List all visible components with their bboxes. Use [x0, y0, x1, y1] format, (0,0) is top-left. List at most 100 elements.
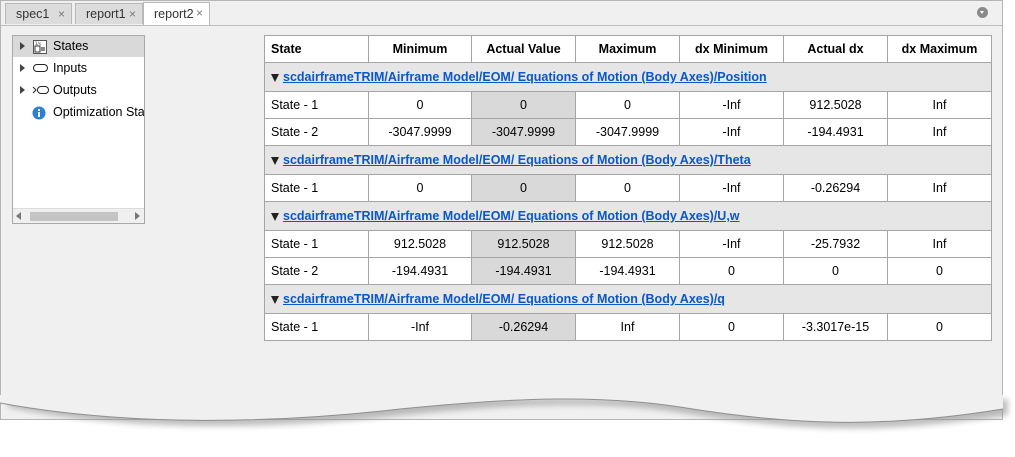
block-path-link[interactable]: scdairframeTRIM/Airframe Model/EOM/ Equa… [283, 153, 751, 167]
group-cell: scdairframeTRIM/Airframe Model/EOM/ Equa… [264, 201, 992, 231]
collapse-caret-icon[interactable] [271, 74, 279, 82]
tab-spec1[interactable]: spec1 × [5, 3, 72, 24]
close-icon[interactable]: × [129, 7, 136, 21]
column-header-minimum: Minimum [368, 35, 472, 63]
maximum-cell: Inf [575, 313, 680, 341]
actual-value-cell: 0 [471, 91, 576, 119]
maximum-cell: 912.5028 [575, 230, 680, 258]
actual-value-cell: -0.26294 [471, 313, 576, 341]
tab-label: report1 [86, 7, 126, 21]
maximum-cell: -194.4931 [575, 257, 680, 285]
column-header-dx-minimum: dx Minimum [679, 35, 784, 63]
table-row: State - 2 -3047.9999 -3047.9999 -3047.99… [264, 118, 992, 146]
dx-maximum-cell: 0 [887, 257, 992, 285]
dx-minimum-cell: -Inf [679, 118, 784, 146]
torn-edge-decoration [0, 395, 1008, 429]
svg-text:1/s: 1/s [35, 41, 41, 46]
table-header-row: State Minimum Actual Value Maximum dx Mi… [264, 35, 992, 63]
scroll-left-arrow-icon[interactable] [16, 212, 21, 220]
column-header-actual-value: Actual Value [471, 35, 576, 63]
actual-dx-cell: -25.7932 [783, 230, 888, 258]
state-name-cell: State - 1 [264, 313, 369, 341]
actual-value-cell: -194.4931 [471, 257, 576, 285]
column-header-state: State [264, 35, 369, 63]
state-name-cell: State - 1 [264, 174, 369, 202]
minimum-cell: 0 [368, 91, 472, 119]
actual-dx-cell: -0.26294 [783, 174, 888, 202]
dx-minimum-cell: -Inf [679, 174, 784, 202]
actual-dx-cell: -194.4931 [783, 118, 888, 146]
tree-item-optimization-status[interactable]: Optimization Stat [13, 102, 144, 123]
state-name-cell: State - 1 [264, 91, 369, 119]
dx-maximum-cell: Inf [887, 230, 992, 258]
actual-dx-cell: 912.5028 [783, 91, 888, 119]
table-row: State - 1 0 0 0 -Inf 912.5028 Inf [264, 91, 992, 119]
expand-arrow-icon[interactable] [20, 86, 25, 94]
block-path-link[interactable]: scdairframeTRIM/Airframe Model/EOM/ Equa… [283, 209, 740, 223]
dx-maximum-cell: 0 [887, 313, 992, 341]
tree-item-outputs[interactable]: Outputs [13, 80, 144, 101]
tree-item-label: Inputs [53, 61, 88, 75]
maximum-cell: -3047.9999 [575, 118, 680, 146]
collapse-caret-icon[interactable] [271, 157, 279, 165]
outport-icon [32, 84, 50, 99]
expand-arrow-icon[interactable] [20, 42, 25, 50]
group-cell: scdairframeTRIM/Airframe Model/EOM/ Equa… [264, 62, 992, 92]
inport-icon [32, 62, 50, 77]
group-row: scdairframeTRIM/Airframe Model/EOM/ Equa… [264, 284, 992, 314]
minimum-cell: 912.5028 [368, 230, 472, 258]
tree-item-states[interactable]: 1/s States [13, 36, 144, 57]
scroll-right-arrow-icon[interactable] [135, 212, 140, 220]
group-row: scdairframeTRIM/Airframe Model/EOM/ Equa… [264, 145, 992, 175]
tree-item-label: Optimization Stat [53, 105, 145, 119]
collapse-caret-icon[interactable] [271, 296, 279, 304]
dx-maximum-cell: Inf [887, 91, 992, 119]
column-header-maximum: Maximum [575, 35, 680, 63]
tab-report1[interactable]: report1 × [75, 3, 143, 24]
block-path-link[interactable]: scdairframeTRIM/Airframe Model/EOM/ Equa… [283, 70, 767, 84]
group-row: scdairframeTRIM/Airframe Model/EOM/ Equa… [264, 201, 992, 231]
report-window: spec1 × report1 × report2 × 1/s States I… [0, 0, 1003, 420]
state-name-cell: State - 2 [264, 118, 369, 146]
dx-minimum-cell: 0 [679, 313, 784, 341]
info-icon [32, 106, 46, 123]
minimum-cell: -194.4931 [368, 257, 472, 285]
table-row: State - 1 -Inf -0.26294 Inf 0 -3.3017e-1… [264, 313, 992, 341]
dx-minimum-cell: 0 [679, 257, 784, 285]
minimum-cell: -3047.9999 [368, 118, 472, 146]
tree-item-inputs[interactable]: Inputs [13, 58, 144, 79]
close-icon[interactable]: × [196, 6, 203, 20]
tree-item-label: States [53, 39, 89, 53]
tab-report2[interactable]: report2 × [143, 2, 210, 25]
table-row: State - 1 0 0 0 -Inf -0.26294 Inf [264, 174, 992, 202]
states-block-icon: 1/s [32, 40, 48, 57]
block-path-link[interactable]: scdairframeTRIM/Airframe Model/EOM/ Equa… [283, 292, 725, 306]
report-tree: 1/s States Inputs Outputs Optimization S… [12, 35, 145, 224]
horizontal-scrollbar[interactable] [13, 208, 144, 223]
tab-menu-dropdown-icon[interactable] [977, 7, 988, 18]
group-cell: scdairframeTRIM/Airframe Model/EOM/ Equa… [264, 284, 992, 314]
tree-item-label: Outputs [53, 83, 97, 97]
column-header-dx-maximum: dx Maximum [887, 35, 992, 63]
dx-minimum-cell: -Inf [679, 91, 784, 119]
scrollbar-thumb[interactable] [30, 212, 118, 221]
state-name-cell: State - 1 [264, 230, 369, 258]
dx-minimum-cell: -Inf [679, 230, 784, 258]
actual-dx-cell: 0 [783, 257, 888, 285]
minimum-cell: -Inf [368, 313, 472, 341]
minimum-cell: 0 [368, 174, 472, 202]
group-row: scdairframeTRIM/Airframe Model/EOM/ Equa… [264, 62, 992, 92]
tab-bar: spec1 × report1 × report2 × [1, 1, 1002, 26]
table-row: State - 1 912.5028 912.5028 912.5028 -In… [264, 230, 992, 258]
collapse-caret-icon[interactable] [271, 213, 279, 221]
dx-maximum-cell: Inf [887, 174, 992, 202]
state-name-cell: State - 2 [264, 257, 369, 285]
actual-value-cell: 0 [471, 174, 576, 202]
maximum-cell: 0 [575, 91, 680, 119]
expand-arrow-icon[interactable] [20, 64, 25, 72]
actual-dx-cell: -3.3017e-15 [783, 313, 888, 341]
close-icon[interactable]: × [58, 7, 65, 21]
table-row: State - 2 -194.4931 -194.4931 -194.4931 … [264, 257, 992, 285]
tab-label: spec1 [16, 7, 50, 21]
maximum-cell: 0 [575, 174, 680, 202]
